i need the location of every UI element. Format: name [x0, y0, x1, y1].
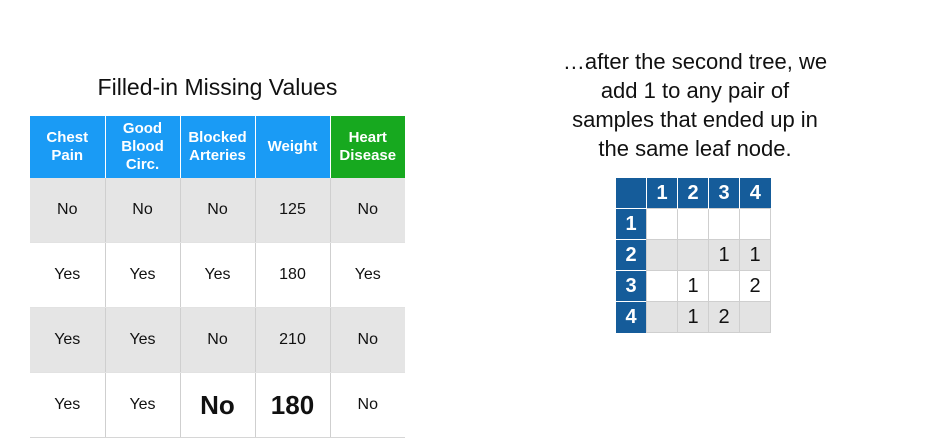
explanation-line: …after the second tree, we	[562, 49, 828, 74]
matrix-row: 3 1 2	[616, 270, 771, 302]
matrix-col-label: 4	[739, 178, 771, 209]
cell: No	[30, 178, 106, 243]
cell: No	[180, 178, 256, 243]
matrix-corner	[616, 178, 647, 209]
header-weight: Weight	[255, 116, 331, 178]
filled-cell-blocked-arteries: No	[180, 372, 256, 438]
matrix-cell	[677, 208, 709, 240]
matrix-cell: 1	[708, 239, 740, 271]
proximity-matrix: 1 2 3 4 1 2 1 1 3 1 2 4 1 2	[616, 178, 771, 333]
header-line: Heart	[348, 129, 387, 146]
matrix-col-label: 3	[708, 178, 740, 209]
explanation-line: add 1 to any pair of	[600, 78, 790, 103]
matrix-cell	[708, 208, 740, 240]
filled-cell-weight: 180	[255, 372, 331, 438]
header-blocked-arteries: Blocked Arteries	[180, 116, 256, 178]
matrix-cell	[677, 239, 709, 271]
header-line: Blocked	[188, 129, 247, 146]
explanation-line: the same leaf node.	[598, 136, 792, 161]
matrix-cell: 2	[708, 301, 740, 333]
cell: 210	[255, 307, 331, 373]
matrix-row: 4 1 2	[616, 301, 771, 333]
header-line: Weight	[267, 138, 318, 155]
header-line: Good	[122, 120, 163, 137]
header-line: Disease	[339, 147, 397, 164]
matrix-cell	[739, 208, 771, 240]
matrix-cell	[646, 270, 678, 302]
matrix-cell	[708, 270, 740, 302]
matrix-col-label: 1	[646, 178, 678, 209]
cell: Yes	[30, 307, 106, 373]
data-table: Chest Pain Good Blood Circ. Blocked Arte…	[30, 116, 405, 438]
cell: 180	[255, 242, 331, 308]
matrix-cell	[646, 208, 678, 240]
table-row: Yes Yes Yes 180 Yes	[30, 242, 405, 308]
cell: No	[180, 307, 256, 373]
matrix-cell: 1	[739, 239, 771, 271]
header-line: Pain	[51, 147, 84, 164]
matrix-cell	[646, 239, 678, 271]
cell: Yes	[180, 242, 256, 308]
matrix-col-label: 2	[677, 178, 709, 209]
cell: Yes	[30, 372, 106, 438]
header-line: Blood	[121, 138, 164, 155]
matrix-cell: 1	[677, 301, 709, 333]
cell: 125	[255, 178, 331, 243]
cell: Yes	[105, 242, 181, 308]
matrix-row-label: 4	[616, 301, 647, 333]
table-row: Yes Yes No 180 No	[30, 372, 405, 438]
matrix-cell	[739, 301, 771, 333]
matrix-cell: 2	[739, 270, 771, 302]
cell: Yes	[330, 242, 405, 308]
header-heart-disease: Heart Disease	[330, 116, 405, 178]
header-good-blood-circ: Good Blood Circ.	[105, 116, 181, 178]
header-line: Chest	[46, 129, 89, 146]
cell: Yes	[30, 242, 106, 308]
matrix-row-label: 1	[616, 208, 647, 240]
matrix-row: 2 1 1	[616, 239, 771, 271]
cell: Yes	[105, 307, 181, 373]
cell: No	[330, 178, 405, 243]
table-title: Filled-in Missing Values	[97, 74, 338, 100]
header-line: Circ.	[125, 156, 160, 173]
matrix-row-label: 3	[616, 270, 647, 302]
table-row: Yes Yes No 210 No	[30, 307, 405, 373]
matrix-row-label: 2	[616, 239, 647, 271]
cell: Yes	[105, 372, 181, 438]
matrix-cell	[646, 301, 678, 333]
table-row: No No No 125 No	[30, 178, 405, 243]
matrix-cell: 1	[677, 270, 709, 302]
cell: No	[105, 178, 181, 243]
header-row: Chest Pain Good Blood Circ. Blocked Arte…	[30, 116, 405, 178]
matrix-header-row: 1 2 3 4	[616, 178, 771, 209]
matrix-row: 1	[616, 208, 771, 240]
header-line: Arteries	[189, 147, 246, 164]
cell: No	[330, 372, 405, 438]
cell: No	[330, 307, 405, 373]
explanation-text: …after the second tree, we add 1 to any …	[530, 47, 860, 163]
header-chest-pain: Chest Pain	[30, 116, 106, 178]
explanation-line: samples that ended up in	[572, 107, 818, 132]
